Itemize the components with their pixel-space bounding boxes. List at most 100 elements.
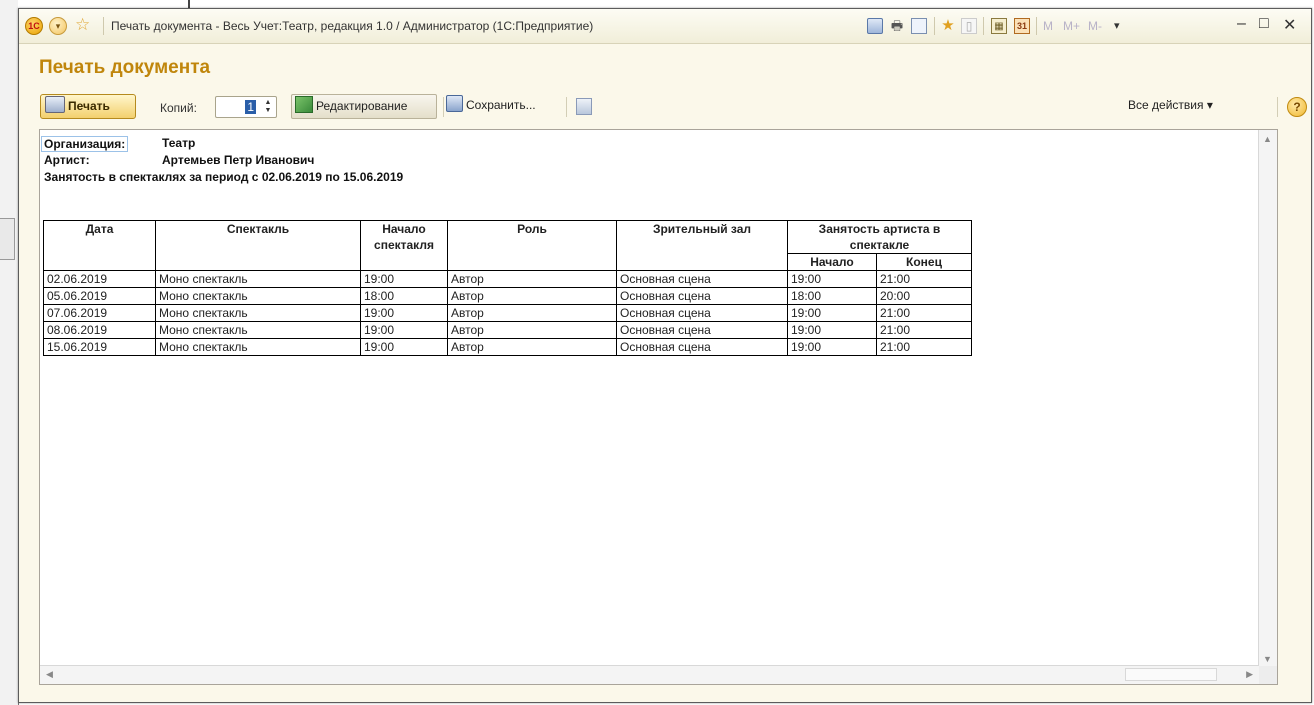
col-header-busy-end: Конец xyxy=(876,253,972,271)
scroll-right-icon[interactable]: ▶ xyxy=(1246,669,1253,680)
artist-label: Артист: xyxy=(44,153,90,167)
copies-label: Копий: xyxy=(160,101,197,115)
artist-row: Артист: Артемьев Петр Иванович xyxy=(44,153,314,167)
cell-hall[interactable]: Основная сцена xyxy=(616,287,788,305)
minimize-button[interactable]: – xyxy=(1237,15,1246,33)
title-separator xyxy=(934,17,935,35)
memory-m-plus-button[interactable]: M+ xyxy=(1063,19,1080,33)
col-header-busy-start: Начало xyxy=(787,253,877,271)
memory-m-minus-button[interactable]: M- xyxy=(1088,19,1102,33)
title-separator xyxy=(983,17,984,35)
save-icon[interactable] xyxy=(867,18,883,34)
horizontal-scrollbar[interactable]: ◀ ▶ xyxy=(40,665,1259,684)
cell-play[interactable]: Моно спектакль xyxy=(155,304,361,322)
cell-hall[interactable]: Основная сцена xyxy=(616,338,788,356)
main-menu-button[interactable]: ▾ xyxy=(49,17,67,35)
close-button[interactable]: ✕ xyxy=(1283,15,1296,35)
cell-role[interactable]: Автор xyxy=(447,270,617,288)
help-icon[interactable]: ? xyxy=(1287,97,1307,117)
calendar-icon[interactable]: 31 xyxy=(1014,18,1030,34)
cell-start[interactable]: 19:00 xyxy=(360,338,448,356)
cell-busy-start[interactable]: 19:00 xyxy=(787,321,877,339)
cell-start[interactable]: 18:00 xyxy=(360,287,448,305)
table-row: 07.06.2019 Моно спектакль 19:00 Автор Основн… xyxy=(43,304,972,322)
save-button[interactable]: Сохранить... xyxy=(446,94,536,119)
table-row: 15.06.2019 Моно спектакль 19:00 Автор Основн… xyxy=(43,338,972,356)
scroll-thumb[interactable] xyxy=(1125,668,1217,681)
employment-table: Дата Спектакль Начало спектакля Роль Зри… xyxy=(43,220,972,356)
table-row: 05.06.2019 Моно спектакль 18:00 Автор Основн… xyxy=(43,287,972,305)
org-label[interactable]: Организация: xyxy=(41,136,129,152)
cell-play[interactable]: Моно спектакль xyxy=(155,321,361,339)
dropdown-arrow-icon: ▾ xyxy=(1206,98,1213,112)
col-header-busy: Занятость артиста в спектакле xyxy=(787,220,972,254)
cell-play[interactable]: Моно спектакль xyxy=(155,287,361,305)
find-icon[interactable] xyxy=(576,98,592,115)
cell-hall[interactable]: Основная сцена xyxy=(616,321,788,339)
calculator-icon[interactable]: ▦ xyxy=(991,18,1007,34)
scroll-left-icon[interactable]: ◀ xyxy=(46,669,53,680)
memory-m-button[interactable]: M xyxy=(1043,19,1053,33)
toolbar-separator xyxy=(566,97,567,117)
edit-toggle-button[interactable]: Редактирование xyxy=(291,94,437,119)
cell-play[interactable]: Моно спектакль xyxy=(155,338,361,356)
toolbar-separator xyxy=(1277,97,1278,117)
cell-start[interactable]: 19:00 xyxy=(360,304,448,322)
cell-hall[interactable]: Основная сцена xyxy=(616,270,788,288)
cell-play[interactable]: Моно спектакль xyxy=(155,270,361,288)
org-value: Театр xyxy=(162,136,196,150)
spreadsheet-document[interactable]: Организация: Театр Артист: Артемьев Петр… xyxy=(39,129,1278,685)
print-icon[interactable]: 🖶 xyxy=(889,18,905,34)
print-document-window: 1С ▾ ☆ Печать документа - Весь Учет:Теат… xyxy=(18,8,1312,703)
vertical-scrollbar[interactable]: ▲ ▼ xyxy=(1258,130,1277,668)
cell-role[interactable]: Автор xyxy=(447,321,617,339)
cell-busy-start[interactable]: 19:00 xyxy=(787,304,877,322)
edit-icon xyxy=(295,96,313,113)
all-actions-menu[interactable]: Все действия ▾ xyxy=(1128,94,1213,119)
cell-date[interactable]: 05.06.2019 xyxy=(43,287,156,305)
copies-stepper[interactable]: 1 ▲ ▼ xyxy=(215,96,277,118)
cell-date[interactable]: 02.06.2019 xyxy=(43,270,156,288)
maximize-button[interactable]: □ xyxy=(1259,15,1269,33)
cell-busy-end[interactable]: 21:00 xyxy=(876,270,972,288)
scroll-up-icon[interactable]: ▲ xyxy=(1263,134,1272,144)
copies-value[interactable]: 1 xyxy=(245,100,256,114)
cell-busy-end[interactable]: 21:00 xyxy=(876,321,972,339)
1c-logo-icon[interactable]: 1С xyxy=(25,17,43,35)
cell-hall[interactable]: Основная сцена xyxy=(616,304,788,322)
page-title: Печать документа xyxy=(39,57,211,78)
cell-role[interactable]: Автор xyxy=(447,304,617,322)
cell-date[interactable]: 07.06.2019 xyxy=(43,304,156,322)
favorites-icon[interactable]: ★ xyxy=(940,18,956,34)
print-button[interactable]: Печать xyxy=(40,94,136,119)
table-row: 02.06.2019 Моно спектакль 19:00 Автор Основн… xyxy=(43,270,972,288)
artist-value: Артемьев Петр Иванович xyxy=(162,153,315,167)
cell-busy-end[interactable]: 20:00 xyxy=(876,287,972,305)
background-tab xyxy=(0,218,15,260)
cell-busy-end[interactable]: 21:00 xyxy=(876,338,972,356)
cell-busy-start[interactable]: 19:00 xyxy=(787,338,877,356)
cell-role[interactable]: Автор xyxy=(447,338,617,356)
printer-icon xyxy=(45,96,65,113)
cell-start[interactable]: 19:00 xyxy=(360,270,448,288)
period-text: Занятость в спектаклях за период с 02.06… xyxy=(44,170,404,184)
cell-role[interactable]: Автор xyxy=(447,287,617,305)
favorite-star-icon[interactable]: ☆ xyxy=(75,15,90,35)
org-row: Организация: Театр xyxy=(41,136,195,152)
toolbar-separator xyxy=(443,97,444,117)
cell-date[interactable]: 15.06.2019 xyxy=(43,338,156,356)
cell-busy-start[interactable]: 19:00 xyxy=(787,270,877,288)
col-header-role: Роль xyxy=(447,220,617,271)
stepper-arrows-icon[interactable]: ▲ ▼ xyxy=(262,99,274,115)
title-separator xyxy=(103,17,104,35)
cell-date[interactable]: 08.06.2019 xyxy=(43,321,156,339)
window-menu-arrow-icon[interactable]: ▾ xyxy=(1114,19,1120,32)
cell-busy-start[interactable]: 18:00 xyxy=(787,287,877,305)
history-icon[interactable]: ▯ xyxy=(961,18,977,34)
cell-start[interactable]: 19:00 xyxy=(360,321,448,339)
print-button-label: Печать xyxy=(68,99,110,113)
preview-icon[interactable] xyxy=(911,18,927,34)
cell-busy-end[interactable]: 21:00 xyxy=(876,304,972,322)
all-actions-label: Все действия xyxy=(1128,98,1204,112)
scroll-down-icon[interactable]: ▼ xyxy=(1263,654,1272,664)
